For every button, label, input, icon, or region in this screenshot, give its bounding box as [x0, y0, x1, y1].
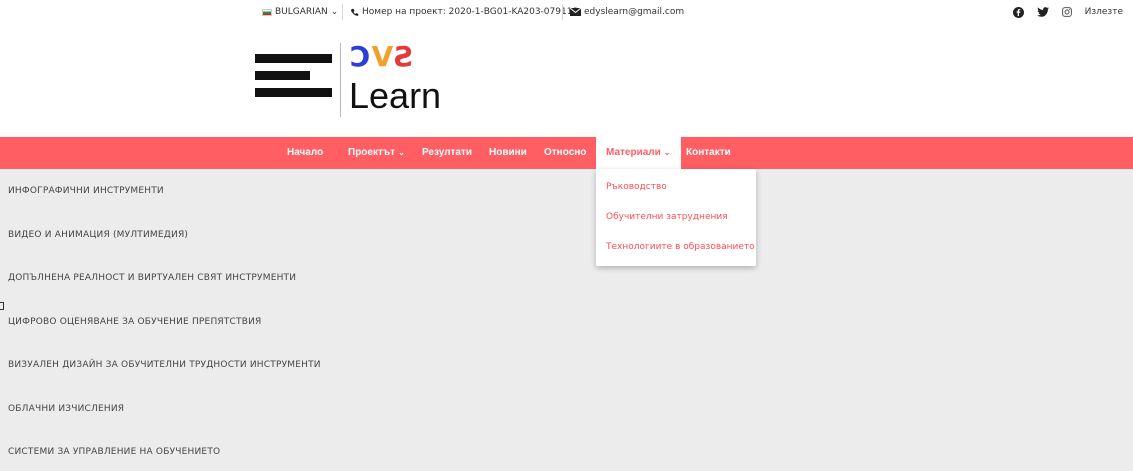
project-number-text: Номер на проект: 2020-1-BG01-KA203-07911… [362, 7, 579, 17]
language-label: BULGARIAN [275, 7, 328, 17]
nav-item-news[interactable]: Новини [489, 137, 527, 169]
facebook-icon[interactable] [1013, 6, 1025, 18]
social-links: Излезте [1013, 6, 1123, 18]
chevron-down-icon: ⌄ [663, 148, 671, 157]
chevron-down-icon: ⌄ [330, 7, 339, 17]
materials-dropdown: Ръководство Обучителни затруднения Техно… [596, 169, 756, 266]
divider [562, 4, 563, 20]
nav-item-project[interactable]: Проектът ⌄ [348, 137, 405, 169]
category-link[interactable]: СИСТЕМИ ЗА УПРАВЛЕНИЕ НА ОБУЧЕНИЕТО [8, 447, 220, 457]
nav-item-about[interactable]: Относно [544, 137, 586, 169]
category-link[interactable]: ИНФОГРАФИЧНИ ИНСТРУМЕНТИ [8, 186, 164, 196]
category-link[interactable]: ЦИФРОВО ОЦЕНЯВАНЕ ЗА ОБУЧЕНИЕ ПРЕПЯТСТВИ… [8, 317, 262, 327]
category-link[interactable]: ОБЛАЧНИ ИЗЧИСЛЕНИЯ [8, 404, 124, 414]
dropdown-item-learning-difficulties[interactable]: Обучителни затруднения [606, 212, 728, 222]
main-nav: Начало Проектът ⌄ Резултати Новини Относн… [0, 137, 1133, 169]
phone-icon [350, 8, 359, 17]
bulgaria-flag-icon [262, 8, 272, 16]
logo-bars-icon [255, 54, 332, 105]
instagram-icon[interactable] [1061, 6, 1073, 18]
top-bar: BULGARIAN ⌄ Номер на проект: 2020-1-BG01… [0, 0, 1133, 26]
logo-divider [340, 43, 341, 117]
category-list: ИНФОГРАФИЧНИ ИНСТРУМЕНТИ ВИДЕО И АНИМАЦИ… [0, 169, 1133, 471]
mail-icon [570, 8, 581, 16]
language-selector[interactable]: BULGARIAN ⌄ [262, 7, 338, 17]
email-text: edyslearn@gmail.com [584, 7, 685, 17]
nav-item-home[interactable]: Начало [287, 137, 323, 169]
category-link[interactable]: ДОПЪЛНЕНА РЕАЛНОСТ И ВИРТУАЛЕН СВЯТ ИНСТ… [8, 273, 296, 283]
nav-item-materials[interactable]: Материали ⌄ [596, 137, 681, 169]
category-link[interactable]: ВИДЕО И АНИМАЦИЯ (МУЛТИМЕДИЯ) [8, 230, 188, 240]
logo-text: Learn [349, 75, 442, 116]
category-link[interactable]: ВИЗУАЛЕН ДИЗАЙН ЗА ОБУЧИТЕЛНИ ТРУДНОСТИ … [8, 360, 321, 370]
dropdown-item-education-technologies[interactable]: Технологиите в образованието [606, 242, 755, 252]
text-cursor-icon [0, 302, 4, 310]
email-link[interactable]: edyslearn@gmail.com [570, 7, 684, 17]
chevron-down-icon: ⌄ [398, 148, 405, 157]
divider [342, 4, 343, 20]
project-number: Номер на проект: 2020-1-BG01-KA203-07911… [350, 7, 578, 17]
dropdown-item-guide[interactable]: Ръководство [606, 182, 667, 192]
twitter-icon[interactable] [1036, 6, 1049, 18]
nav-item-results[interactable]: Резултати [422, 137, 472, 169]
nav-item-contacts[interactable]: Контакти [686, 137, 731, 169]
login-link[interactable]: Излезте [1085, 7, 1123, 17]
logo-mark: ↃVƧ [350, 40, 416, 73]
